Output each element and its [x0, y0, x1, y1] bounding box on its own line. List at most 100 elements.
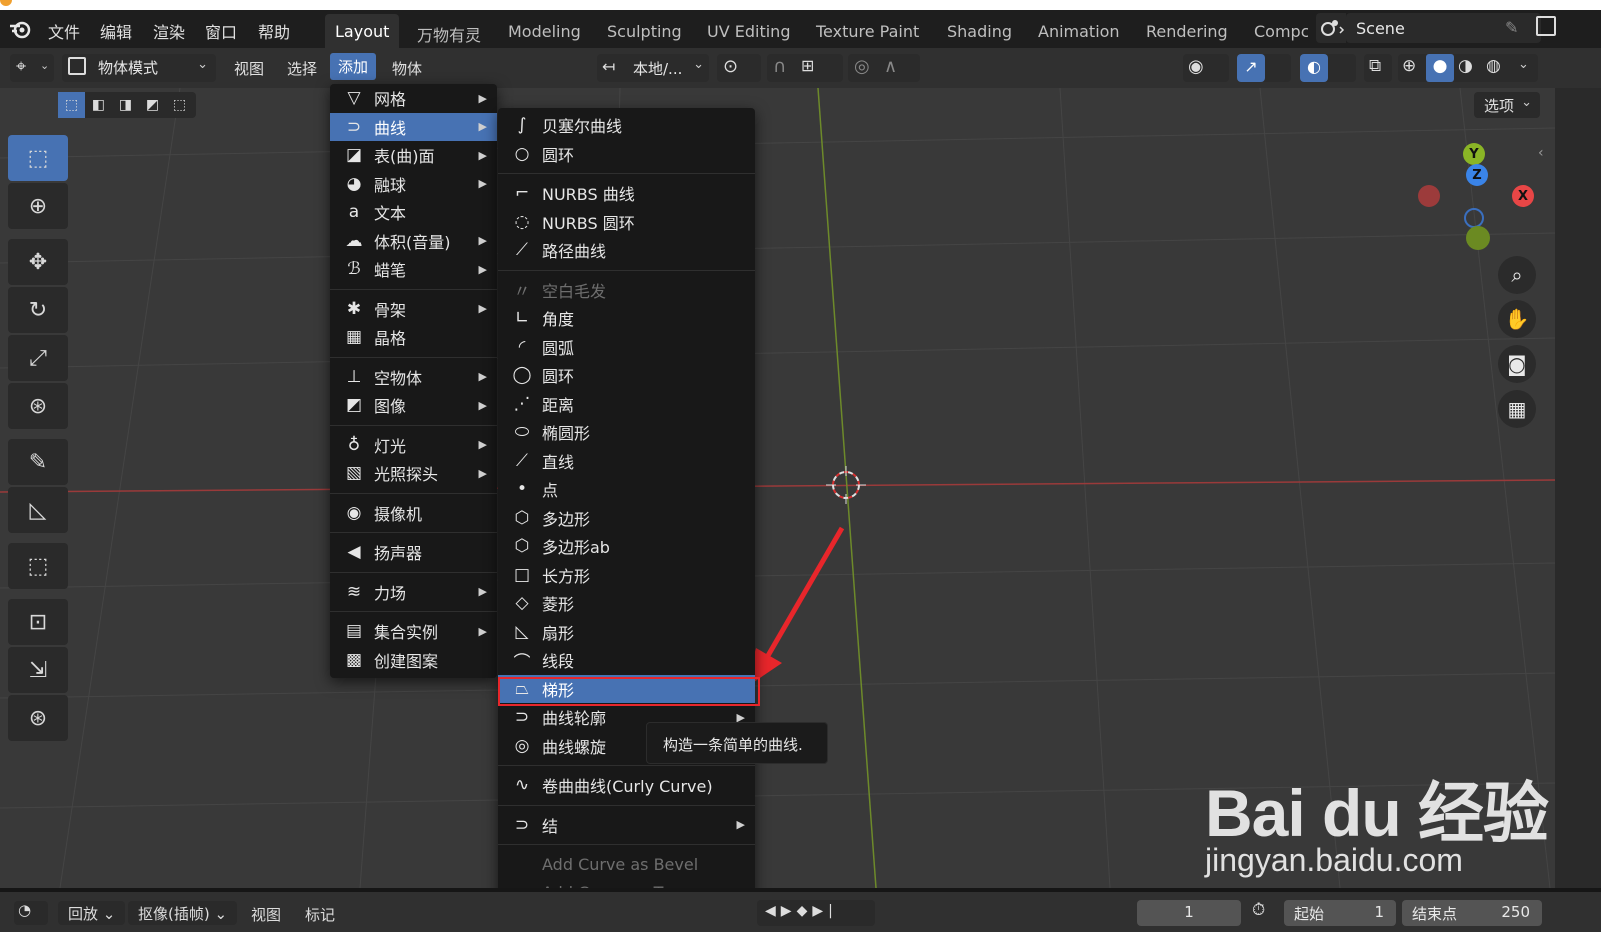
scale-tool[interactable]: ⤢: [8, 335, 68, 381]
extra-tool-2[interactable]: ⇲: [8, 647, 68, 693]
curve-menu-item[interactable]: ⟋ 直线: [498, 447, 755, 476]
visibility-dropdown[interactable]: ◉: [1183, 54, 1229, 82]
extra-tool-3[interactable]: ⊛: [8, 695, 68, 741]
transform-orientation-dropdown[interactable]: ↤ 本地/... ⌄: [597, 54, 709, 82]
select-new-icon[interactable]: ⬚: [58, 92, 85, 118]
tab-modeling[interactable]: Modeling: [498, 14, 591, 48]
menu-window[interactable]: 窗口: [205, 19, 237, 43]
tab-layout[interactable]: Layout: [325, 14, 400, 48]
snap-increment-icon[interactable]: ⊞: [801, 56, 814, 75]
scene-type-icon[interactable]: [1316, 13, 1346, 43]
tab-uv-editing[interactable]: UV Editing: [697, 14, 800, 48]
add-menu-item[interactable]: ◩ 图像 ▶: [330, 391, 497, 420]
stopwatch-icon[interactable]: ⏱: [1252, 900, 1265, 920]
tab-animation[interactable]: Animation: [1028, 14, 1130, 48]
annotate-tool[interactable]: ✎: [8, 439, 68, 485]
blender-logo-icon[interactable]: [8, 18, 32, 40]
add-menu-item[interactable]: ▧ 光照探头 ▶: [330, 459, 497, 488]
add-menu-item[interactable]: ☁ 体积(音量) ▶: [330, 227, 497, 256]
falloff-icon[interactable]: ∧: [884, 56, 897, 77]
measure-tool[interactable]: ◺: [8, 487, 68, 533]
curve-menu-item[interactable]: ⬡ 多边形: [498, 504, 755, 533]
tab-texture-paint[interactable]: Texture Paint: [806, 14, 929, 48]
curve-menu-item[interactable]: ∫ 贝塞尔曲线: [498, 111, 755, 140]
add-menu-item[interactable]: ▦ 晶格: [330, 323, 497, 352]
add-menu-item[interactable]: ▤ 集合实例 ▶: [330, 617, 497, 646]
add-menu-item[interactable]: ◉ 摄像机: [330, 499, 497, 528]
zoom-icon[interactable]: ⌕: [1498, 256, 1536, 294]
gizmo-y-axis[interactable]: Y: [1463, 143, 1485, 165]
pan-hand-icon[interactable]: ✋: [1498, 300, 1536, 338]
add-menu-item[interactable]: ▽ 网格 ▶: [330, 84, 497, 113]
menu-object[interactable]: 物体: [392, 58, 422, 79]
add-menu-item[interactable]: ✱ 骨架 ▶: [330, 295, 497, 324]
timeline-view-menu[interactable]: 视图: [251, 904, 281, 925]
camera-view-icon[interactable]: ◙: [1498, 345, 1536, 383]
tab-rendering[interactable]: Rendering: [1136, 14, 1238, 48]
curve-menu-item[interactable]: ⋰ 距离: [498, 390, 755, 419]
select-extend-icon[interactable]: ◧: [85, 92, 112, 118]
options-dropdown[interactable]: 选项 ⌄: [1474, 92, 1540, 118]
end-frame-field[interactable]: 结束点 250: [1402, 900, 1542, 926]
play-reverse-icon[interactable]: ◀: [765, 903, 781, 919]
curve-menu-item[interactable]: • 点: [498, 475, 755, 504]
jump-end-icon[interactable]: ▶|: [812, 903, 837, 919]
menu-help[interactable]: 帮助: [258, 19, 290, 43]
pin-icon[interactable]: ✎: [1505, 18, 1518, 37]
add-cube-tool[interactable]: ⬚: [8, 543, 68, 589]
add-menu-item[interactable]: ◀ 扬声器: [330, 538, 497, 567]
wireframe-shading-icon[interactable]: ⊕: [1402, 56, 1416, 76]
gizmo-neg-y[interactable]: [1466, 226, 1490, 250]
transform-tool[interactable]: ⊛: [8, 383, 68, 429]
playback-controls[interactable]: ◀▶◆▶|: [757, 900, 875, 926]
menu-add[interactable]: 添加: [330, 53, 377, 80]
pivot-point-dropdown[interactable]: ⊙: [717, 54, 761, 82]
menu-render[interactable]: 渲染: [153, 19, 185, 43]
keying-menu[interactable]: 抠像(插帧) ⌄: [128, 901, 238, 925]
cursor-tool[interactable]: ⊕: [8, 183, 68, 229]
shading-modes[interactable]: ⊕ ● ◑ ◍ ⌄: [1398, 54, 1538, 82]
gizmo-z-axis[interactable]: Z: [1466, 164, 1488, 186]
proportional-edit-icon[interactable]: ◎: [854, 56, 870, 77]
curve-menu-item[interactable]: ∟ 角度: [498, 304, 755, 333]
menu-edit[interactable]: 编辑: [100, 19, 132, 43]
curve-menu-item[interactable]: ◯ 圆环: [498, 361, 755, 390]
mode-dropdown[interactable]: 物体模式 ⌄: [62, 54, 216, 82]
curve-menu-item[interactable]: ∿ 卷曲曲线(Curly Curve): [498, 771, 755, 800]
add-menu-item[interactable]: ◪ 表(曲)面 ▶: [330, 141, 497, 170]
add-menu-item[interactable]: ℬ 蜡笔 ▶: [330, 255, 497, 284]
marker-menu[interactable]: 标记: [305, 904, 335, 925]
add-menu-item[interactable]: ⊃ 曲线 ▶: [330, 112, 497, 141]
rotate-tool[interactable]: ↻: [8, 287, 68, 333]
sidebar-toggle-icon[interactable]: ‹: [1538, 145, 1544, 161]
editor-type-button[interactable]: ⌖ ⌄: [10, 54, 54, 82]
tab-shading[interactable]: Shading: [937, 14, 1022, 48]
xray-toggle[interactable]: ⧉: [1364, 54, 1392, 82]
curve-menu-item[interactable]: ⬡ 多边形ab: [498, 532, 755, 561]
new-scene-icon[interactable]: [1536, 16, 1556, 36]
material-shading-icon[interactable]: ◑: [1458, 56, 1473, 76]
jump-keyframe-icon[interactable]: ◆: [797, 903, 813, 919]
snapping-group[interactable]: ∩ ⊞: [767, 54, 843, 82]
curve-menu-item[interactable]: ◇ 菱形: [498, 589, 755, 618]
add-menu-item[interactable]: ⊥ 空物体 ▶: [330, 363, 497, 392]
curve-menu-item[interactable]: ⌐ NURBS 曲线: [498, 179, 755, 208]
solid-shading-icon[interactable]: ●: [1426, 54, 1454, 82]
current-frame-field[interactable]: 1: [1137, 900, 1241, 926]
gizmo-toggle[interactable]: ↗: [1237, 54, 1291, 82]
curve-menu-item[interactable]: ◺ 扇形: [498, 618, 755, 647]
tab-wanwu[interactable]: 万物有灵: [407, 14, 491, 48]
select-intersect-icon[interactable]: ⬚: [166, 92, 193, 118]
curve-menu-item[interactable]: ⟋ 路径曲线: [498, 236, 755, 265]
start-frame-field[interactable]: 起始 1: [1284, 900, 1396, 926]
select-invert-icon[interactable]: ◩: [139, 92, 166, 118]
extra-tool-1[interactable]: ⊡: [8, 599, 68, 645]
proportional-editing-group[interactable]: ◎ ∧: [848, 54, 920, 82]
curve-menu-item[interactable]: ○ 圆环: [498, 140, 755, 169]
add-menu-item[interactable]: ♁ 灯光 ▶: [330, 431, 497, 460]
play-icon[interactable]: ▶: [781, 903, 797, 919]
perspective-grid-icon[interactable]: ▦: [1498, 390, 1536, 428]
curve-menu-item[interactable]: □ 长方形: [498, 561, 755, 590]
curve-menu-item[interactable]: ⊃ 结 ▶: [498, 811, 755, 840]
select-box-tool[interactable]: ⬚: [8, 135, 68, 181]
